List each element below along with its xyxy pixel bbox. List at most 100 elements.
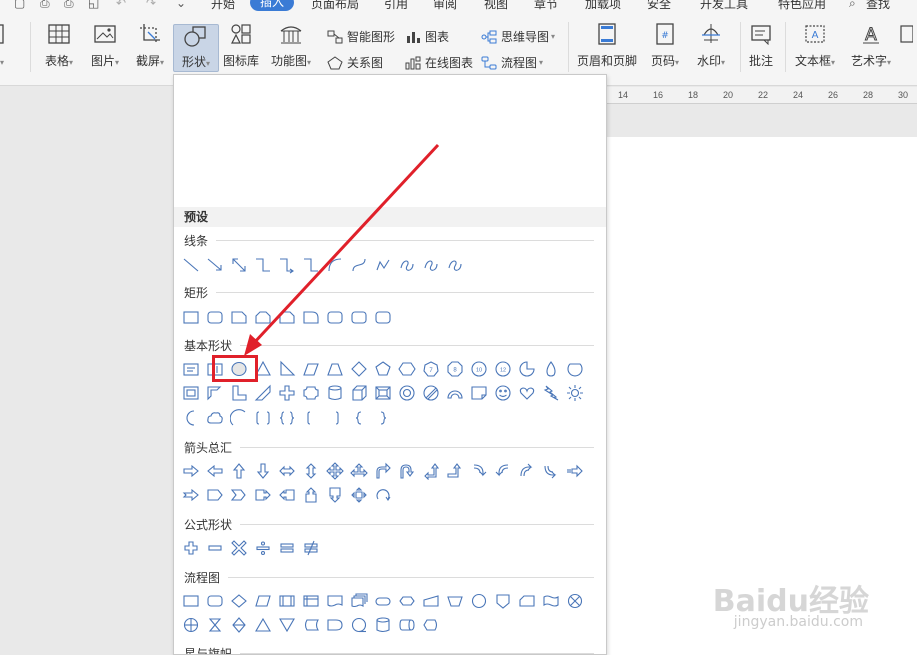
diamond-shape[interactable]	[349, 359, 369, 379]
elbow-shape[interactable]	[301, 255, 321, 275]
extract-shape[interactable]	[253, 615, 273, 635]
textbox-shape[interactable]	[181, 359, 201, 379]
equal-shape[interactable]	[277, 538, 297, 558]
scurve-shape[interactable]	[349, 255, 369, 275]
display-shape[interactable]	[421, 615, 441, 635]
frame-shape[interactable]	[181, 383, 201, 403]
plus-shape[interactable]	[181, 538, 201, 558]
cube-shape[interactable]	[349, 383, 369, 403]
smart-art-button[interactable]: 智能图形	[326, 28, 395, 45]
striped-shape[interactable]	[565, 461, 585, 481]
trap-shape[interactable]	[325, 359, 345, 379]
cloud-shape[interactable]	[205, 408, 225, 428]
rect-shape[interactable]	[181, 307, 201, 327]
round1-shape[interactable]	[301, 307, 321, 327]
noentry-shape[interactable]	[421, 383, 441, 403]
connector-shape[interactable]	[469, 591, 489, 611]
snip2-shape[interactable]	[277, 307, 297, 327]
save-icon[interactable]: ▢	[14, 0, 25, 10]
curvedleft-shape[interactable]	[493, 461, 513, 481]
rbrace-shape[interactable]	[373, 408, 393, 428]
lbracket-shape[interactable]	[301, 408, 321, 428]
calloutL-shape[interactable]	[277, 485, 297, 505]
curveddown-shape[interactable]	[541, 461, 561, 481]
export-icon[interactable]: ⎙	[40, 0, 50, 11]
darrow-shape[interactable]	[253, 461, 273, 481]
hept-shape[interactable]: 7	[421, 359, 441, 379]
redo-icon[interactable]: ↷	[146, 0, 156, 10]
minus-shape[interactable]	[205, 538, 225, 558]
snip1-shape[interactable]	[229, 307, 249, 327]
lrup-shape[interactable]	[349, 461, 369, 481]
decision-shape[interactable]	[229, 591, 249, 611]
heart-shape[interactable]	[517, 383, 537, 403]
rrect-shape[interactable]	[205, 307, 225, 327]
bentup-shape[interactable]	[445, 461, 465, 481]
freeform-shape[interactable]	[373, 255, 393, 275]
delay-shape[interactable]	[325, 615, 345, 635]
screenshot-button[interactable]: 截屏▾	[125, 22, 175, 69]
magdisk-shape[interactable]	[373, 615, 393, 635]
dodec-shape[interactable]: 12	[493, 359, 513, 379]
tab-review[interactable]: 审阅	[433, 0, 457, 12]
directaccess-shape[interactable]	[397, 615, 417, 635]
tab-home[interactable]: 开始	[211, 0, 235, 12]
tab-page-layout[interactable]: 页面布局	[311, 0, 359, 12]
moon-shape[interactable]	[181, 408, 201, 428]
merge-shape[interactable]	[277, 615, 297, 635]
summing-shape[interactable]	[565, 591, 585, 611]
rrect-shape[interactable]	[325, 307, 345, 327]
manualop-shape[interactable]	[445, 591, 465, 611]
sun-shape[interactable]	[565, 383, 585, 403]
bevel-shape[interactable]	[373, 383, 393, 403]
snip2-shape[interactable]	[253, 307, 273, 327]
page-button[interactable]: 页▾	[0, 22, 12, 69]
cross-shape[interactable]	[277, 383, 297, 403]
tab-reference[interactable]: 引用	[384, 0, 408, 12]
brackets-shape[interactable]	[253, 408, 273, 428]
tab-insert[interactable]: 插入	[250, 0, 295, 11]
arc-shape[interactable]	[445, 383, 465, 403]
plaque-shape[interactable]	[301, 383, 321, 403]
symbol-button[interactable]	[894, 22, 917, 46]
word-art-button[interactable]: A 艺术字▾	[846, 22, 896, 69]
picture-button[interactable]: 图片▾	[80, 22, 130, 69]
lrarrow-shape[interactable]	[277, 461, 297, 481]
relation-button[interactable]: 关系图	[326, 54, 383, 71]
notequal-shape[interactable]	[301, 538, 321, 558]
shapes-button[interactable]: 形状▾	[173, 24, 219, 72]
chevron-shape[interactable]	[229, 485, 249, 505]
chord-shape[interactable]	[565, 359, 585, 379]
tab-developer[interactable]: 开发工具	[700, 0, 748, 12]
can-shape[interactable]	[325, 383, 345, 403]
data-shape[interactable]	[253, 591, 273, 611]
rrect-shape[interactable]	[373, 307, 393, 327]
sort-shape[interactable]	[229, 615, 249, 635]
pentarrow-shape[interactable]	[205, 485, 225, 505]
larrow-shape[interactable]	[205, 461, 225, 481]
mind-map-button[interactable]: 思维导图 ▾	[480, 28, 555, 45]
uarrow-shape[interactable]	[229, 461, 249, 481]
calloutR-shape[interactable]	[253, 485, 273, 505]
blockarc-shape[interactable]	[229, 408, 249, 428]
chart-button[interactable]: 图表	[404, 28, 449, 45]
divide-shape[interactable]	[253, 538, 273, 558]
elbow-shape[interactable]	[253, 255, 273, 275]
online-chart-button[interactable]: 在线图表	[404, 54, 473, 71]
notched-shape[interactable]	[181, 485, 201, 505]
curvedup-shape[interactable]	[517, 461, 537, 481]
scribble-shape[interactable]	[421, 255, 441, 275]
textbox-button[interactable]: A 文本框▾	[790, 22, 840, 69]
scribble-shape[interactable]	[445, 255, 465, 275]
multidoc-shape[interactable]	[349, 591, 369, 611]
dblarrow-shape[interactable]	[229, 255, 249, 275]
watermark-button[interactable]: 水印▾	[686, 22, 736, 69]
seqaccess-shape[interactable]	[349, 615, 369, 635]
diagstripe-shape[interactable]	[253, 383, 273, 403]
icon-library-button[interactable]: 图标库	[216, 22, 266, 69]
preparation-shape[interactable]	[397, 591, 417, 611]
bentarrow-shape[interactable]	[373, 461, 393, 481]
curvedright-shape[interactable]	[469, 461, 489, 481]
donut-shape[interactable]	[397, 383, 417, 403]
undo-icon[interactable]: ↶	[116, 0, 126, 10]
